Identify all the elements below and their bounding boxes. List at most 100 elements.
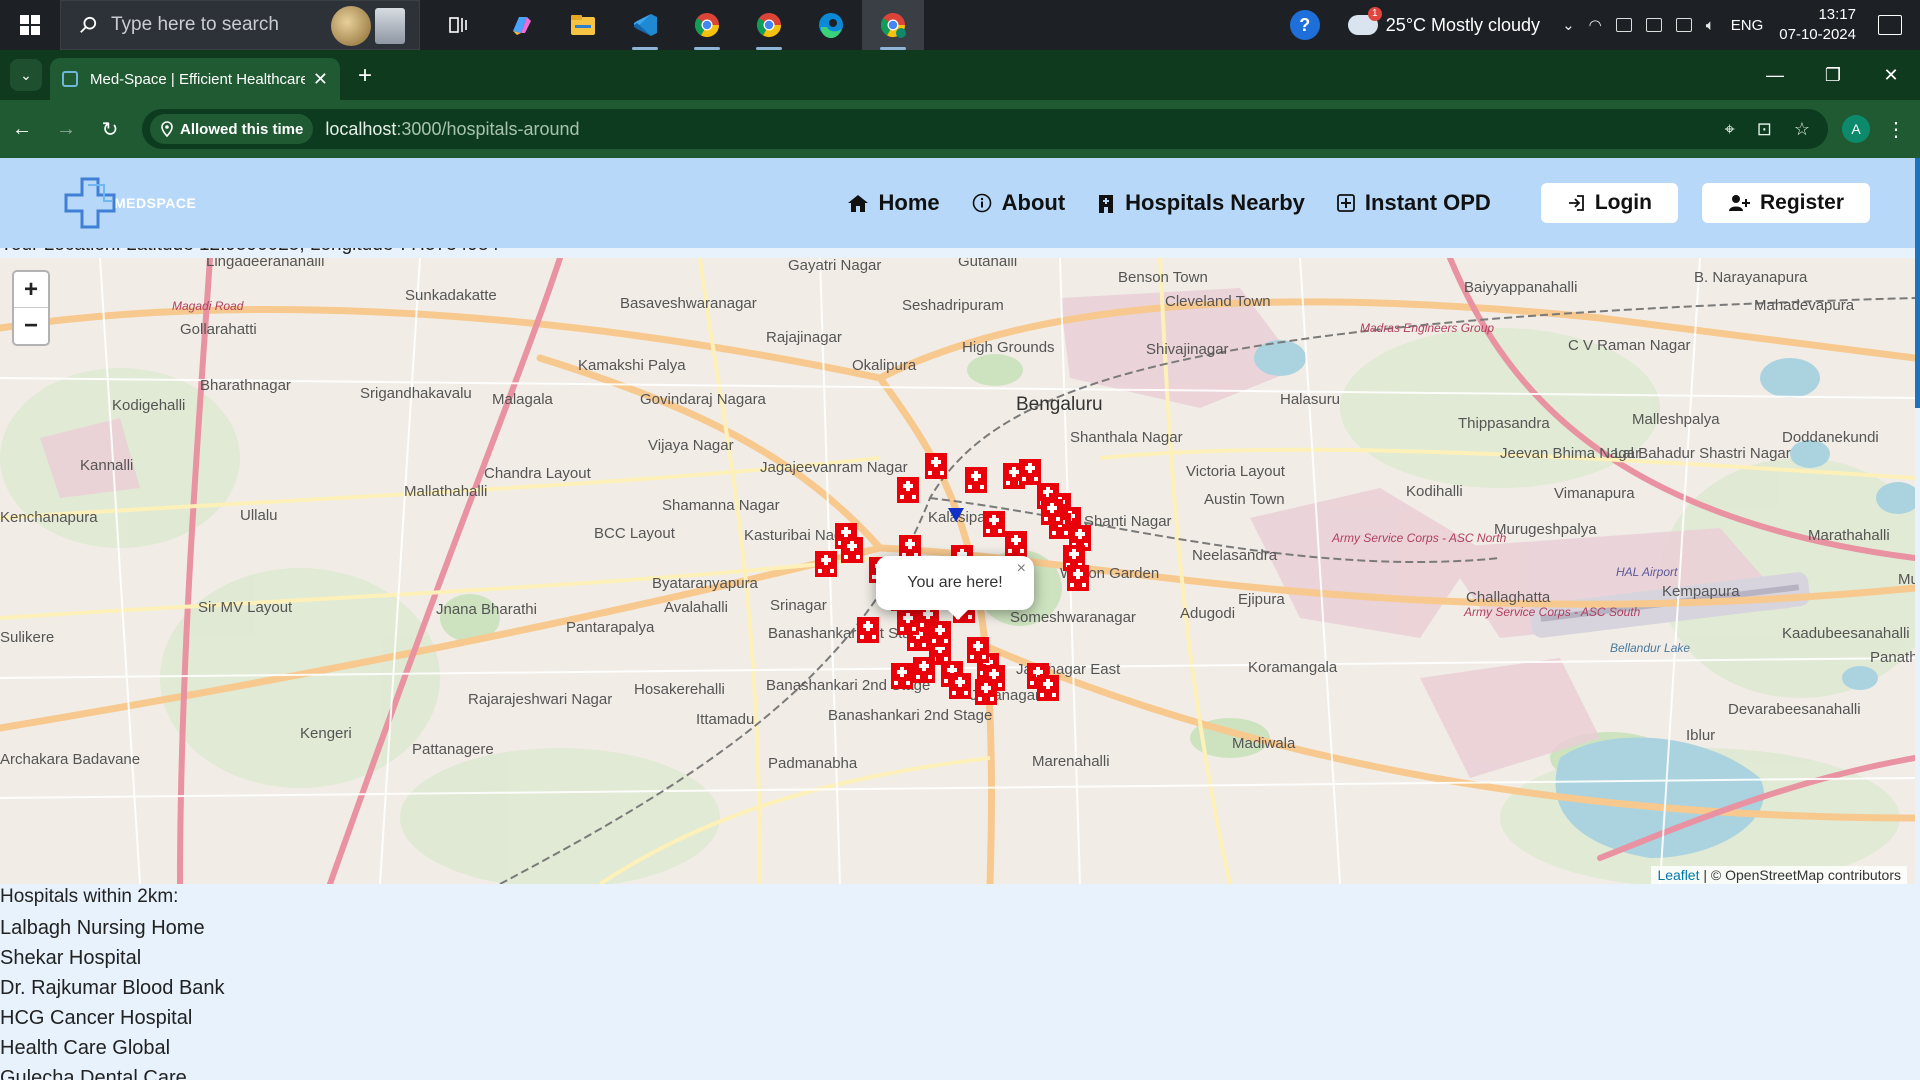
site-logo[interactable]: MEDSPACE [62, 175, 196, 231]
restore-icon[interactable]: ❐ [1804, 65, 1862, 86]
nav-home[interactable]: Home [847, 190, 940, 216]
map[interactable]: Gayatri Nagar Gutahalli Benson Town Baiy… [0, 258, 1915, 884]
hospital-marker-icon[interactable] [841, 537, 863, 563]
leaflet-link[interactable]: Leaflet [1657, 867, 1699, 883]
notification-icon[interactable] [1878, 15, 1902, 35]
map-label: Madiwala [1232, 735, 1296, 752]
register-button[interactable]: Register [1701, 183, 1870, 223]
hospital-marker-icon[interactable] [1037, 675, 1059, 701]
page-scrollbar[interactable] [1915, 158, 1920, 408]
profile-avatar[interactable]: A [1842, 115, 1870, 143]
help-icon[interactable]: ? [1289, 10, 1320, 40]
popup-close-icon[interactable]: × [1017, 560, 1026, 578]
map-label: Pattanagere [412, 741, 494, 758]
address-bar[interactable]: Allowed this time localhost:3000/hospita… [142, 109, 1828, 149]
battery-icon[interactable] [1645, 18, 1662, 32]
hospital-marker-icon[interactable] [857, 617, 879, 643]
map-label: Madras Engineers Group [1360, 321, 1494, 335]
hospital-marker-icon[interactable] [1019, 459, 1041, 485]
hospital-marker-icon[interactable] [949, 673, 971, 699]
active-tab[interactable]: Med-Space | Efficient Healthcare ✕ [50, 58, 340, 100]
map-label: Bharathnagar [200, 377, 291, 394]
map-label: Byataranyapura [652, 575, 759, 592]
chrome-profile-icon[interactable] [862, 0, 924, 50]
reload-icon[interactable]: ↻ [88, 117, 132, 142]
edge-icon[interactable] [800, 0, 862, 50]
map-label: Kamakshi Palya [578, 357, 686, 374]
map-label: Mahadevapura [1754, 297, 1855, 314]
map-label: Srigandhakavalu [360, 385, 472, 402]
file-explorer-icon[interactable] [552, 0, 614, 50]
hospital-marker-icon[interactable] [1067, 565, 1089, 591]
hospital-marker-icon[interactable] [965, 467, 987, 493]
start-button[interactable] [0, 0, 60, 50]
nav-hospitals-label: Hospitals Nearby [1125, 190, 1305, 215]
map-label: Magadi Road [172, 299, 244, 313]
weather-widget[interactable]: 1 25°C Mostly cloudy [1347, 7, 1540, 36]
hospital-item: Gulecha Dental Care [0, 1067, 187, 1080]
osm-attribution: | © OpenStreetMap contributors [1699, 867, 1901, 883]
map-label: Cleveland Town [1165, 293, 1271, 310]
task-view-icon[interactable] [428, 0, 490, 50]
close-tab-icon[interactable]: ✕ [313, 69, 328, 90]
browser-menu-icon[interactable]: ⋮ [1886, 117, 1906, 142]
zoom-in-button[interactable]: + [14, 272, 48, 308]
hospital-marker-icon[interactable] [897, 477, 919, 503]
chrome-icon[interactable] [738, 0, 800, 50]
cloud-icon: 1 [1347, 7, 1382, 35]
map-label: Kenchanapura [0, 509, 98, 526]
chevron-up-icon[interactable]: ⌄ [1562, 16, 1575, 34]
map-label: High Grounds [962, 339, 1055, 356]
map-label: Malleshpalya [1632, 411, 1720, 428]
copilot-icon[interactable] [490, 0, 552, 50]
hospital-marker-icon[interactable] [983, 511, 1005, 537]
hospital-marker-icon[interactable] [967, 637, 989, 663]
nav-hospitals-nearby[interactable]: Hospitals Nearby [1097, 190, 1305, 216]
map-label: B. Narayanapura [1694, 269, 1808, 286]
site-permission-chip[interactable]: Allowed this time [150, 114, 314, 144]
zoom-out-button[interactable]: − [14, 308, 48, 344]
map-label: Rajajinagar [766, 329, 842, 346]
hospital-marker-icon[interactable] [929, 621, 951, 647]
map-label: Lingadeeranahalli [206, 258, 324, 270]
tab-search-button[interactable]: ⌄ [10, 59, 42, 91]
language-indicator[interactable]: ENG [1731, 17, 1764, 34]
map-label: Benson Town [1118, 269, 1208, 286]
map-label: Lal Bahadur Shastri Nagar [1614, 445, 1791, 462]
hospital-marker-icon[interactable] [913, 657, 935, 683]
new-tab-button[interactable]: + [358, 62, 372, 90]
bookmark-star-icon[interactable]: ☆ [1794, 119, 1810, 140]
close-window-icon[interactable]: ✕ [1862, 65, 1920, 86]
hospital-marker-icon[interactable] [975, 679, 997, 705]
volume-icon[interactable]: 🔈︎ [1706, 17, 1715, 34]
hospital-marker-icon[interactable] [925, 453, 947, 479]
minimize-icon[interactable]: — [1746, 65, 1804, 86]
map-label: Pantarapalya [566, 619, 655, 636]
login-button[interactable]: Login [1540, 183, 1678, 223]
chrome-icon[interactable] [676, 0, 738, 50]
map-label: Govindaraj Nagara [640, 391, 767, 408]
install-app-icon[interactable]: ⊡ [1757, 119, 1772, 140]
wifi-icon[interactable]: ◠ [1589, 16, 1602, 34]
taskbar-search[interactable]: Type here to search [60, 0, 420, 50]
hospital-marker-icon[interactable] [1041, 499, 1063, 525]
hospital-marker-icon[interactable] [1005, 531, 1027, 557]
hospital-marker-icon[interactable] [897, 609, 919, 635]
nav-about[interactable]: About [972, 190, 1065, 216]
hospital-marker-icon[interactable] [815, 551, 837, 577]
meet-now-icon[interactable] [1615, 18, 1632, 32]
map-label: Someshwaranagar [1010, 609, 1136, 626]
back-icon[interactable]: ← [0, 118, 44, 141]
hospital-marker-icon[interactable] [891, 663, 913, 689]
map-label: Sulikere [0, 629, 54, 646]
location-icon[interactable]: ⌖ [1725, 119, 1735, 140]
forward-icon[interactable]: → [44, 118, 88, 141]
clock[interactable]: 13:17 07-10-2024 [1779, 5, 1856, 45]
nav-instant-opd[interactable]: Instant OPD [1337, 190, 1491, 216]
map-label: Banashankari 2nd Stage [828, 707, 992, 724]
map-label: Rajarajeshwari Nagar [468, 691, 612, 708]
vscode-icon[interactable] [614, 0, 676, 50]
map-label: Mallathahalli [404, 483, 487, 500]
search-icon [80, 16, 97, 33]
display-icon[interactable] [1675, 18, 1692, 32]
